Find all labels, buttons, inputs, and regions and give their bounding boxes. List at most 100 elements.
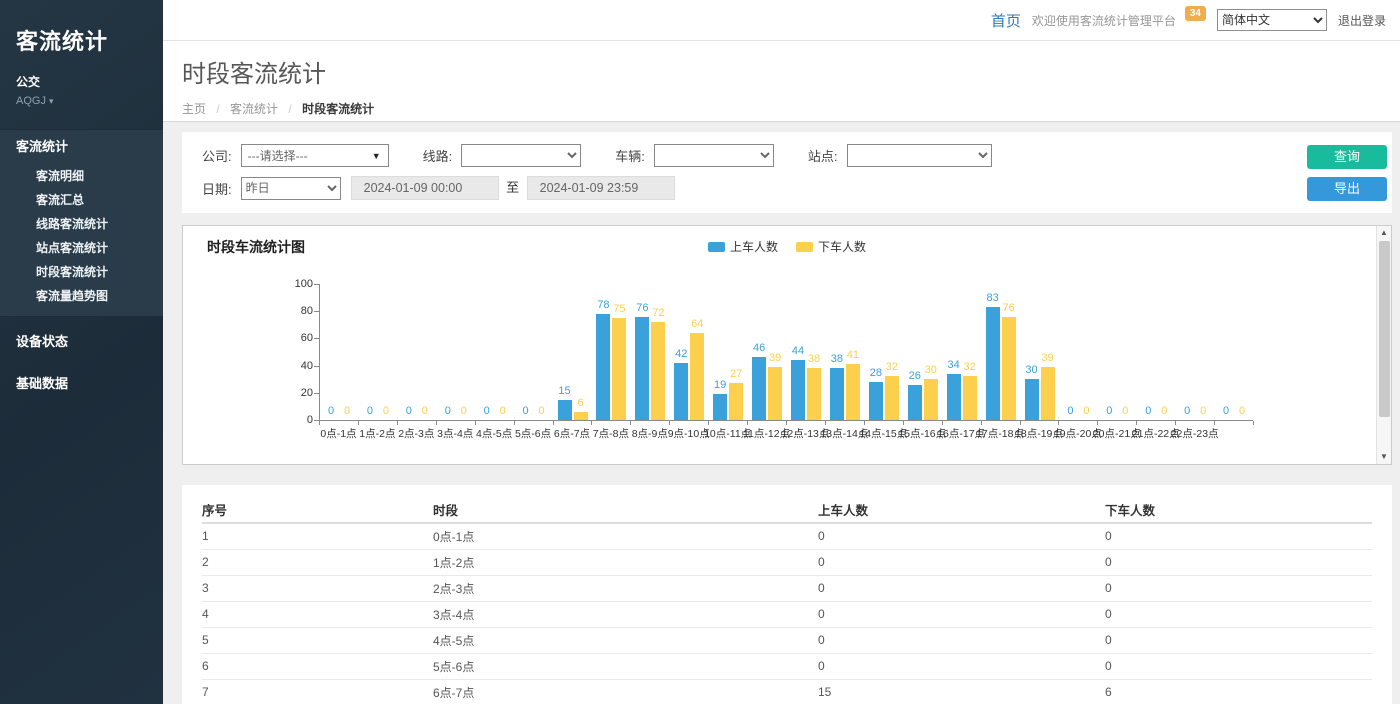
table-cell: 0	[818, 601, 1105, 627]
table-cell: 3点-4点	[433, 601, 818, 627]
bar-alighting	[612, 318, 626, 420]
date-preset-select[interactable]: 昨日	[241, 177, 341, 200]
bar-alighting	[651, 322, 665, 420]
language-select[interactable]: 简体中文	[1217, 9, 1327, 31]
submenu: 客流明细客流汇总线路客流统计站点客流统计时段客流统计客流量趋势图	[0, 164, 163, 308]
table-row: 21点-2点00	[202, 549, 1372, 575]
sidebar-subitem[interactable]: 站点客流统计	[0, 236, 163, 260]
bar-value-label: 39	[1033, 352, 1063, 364]
date-to-input[interactable]	[527, 176, 675, 200]
x-tick-mark	[708, 421, 709, 425]
menu-section-passenger-stats: 客流统计 客流明细客流汇总线路客流统计站点客流统计时段客流统计客流量趋势图	[0, 129, 163, 317]
table-cell: 4点-5点	[433, 627, 818, 653]
vehicle-select[interactable]	[654, 144, 774, 167]
sidebar: 客流统计 公交 AQGJ ▾ 客流统计 客流明细客流汇总线路客流统计站点客流统计…	[0, 0, 163, 704]
y-tick-label: 0	[279, 414, 313, 426]
sidebar-item-passenger-stats[interactable]: 客流统计	[0, 130, 163, 164]
bar-value-label: 15	[550, 385, 580, 397]
y-tick-label: 80	[279, 305, 313, 317]
bar-boarding	[1025, 379, 1039, 420]
topbar: 首页 欢迎使用客流统计管理平台 34 简体中文 退出登录	[163, 0, 1400, 41]
export-button[interactable]: 导出	[1307, 177, 1387, 201]
line-select[interactable]	[461, 144, 581, 167]
bar-alighting	[846, 364, 860, 420]
x-tick-mark	[397, 421, 398, 425]
y-tick-label: 40	[279, 360, 313, 372]
x-tick-mark	[825, 421, 826, 425]
bar-value-label: 76	[994, 302, 1024, 314]
x-tick-mark	[1097, 421, 1098, 425]
home-link[interactable]: 首页	[991, 10, 1021, 31]
query-button[interactable]: 查询	[1307, 145, 1387, 169]
y-tick-label: 20	[279, 387, 313, 399]
page-title: 时段客流统计	[182, 54, 1400, 89]
bar-boarding	[713, 394, 727, 420]
company-select[interactable]: ---请选择---	[241, 144, 389, 167]
table-cell: 0	[818, 575, 1105, 601]
sidebar-subitem[interactable]: 时段客流统计	[0, 260, 163, 284]
chart-scrollbar[interactable]: ▲ ▼	[1376, 226, 1391, 464]
sidebar-subitem[interactable]: 客流汇总	[0, 188, 163, 212]
sidebar-subitem[interactable]: 客流明细	[0, 164, 163, 188]
x-tick-mark	[514, 421, 515, 425]
sidebar-subitem[interactable]: 线路客流统计	[0, 212, 163, 236]
bar-boarding	[635, 317, 649, 420]
chevron-down-icon: ▾	[49, 96, 54, 106]
x-tick-mark	[319, 421, 320, 425]
scroll-down-icon[interactable]: ▼	[1377, 450, 1391, 464]
table-cell: 6点-7点	[433, 679, 818, 704]
legend-swatch-blue	[708, 242, 725, 252]
bar-boarding	[752, 357, 766, 420]
station-select[interactable]	[847, 144, 992, 167]
table-cell: 0	[1105, 523, 1372, 549]
legend-alighting[interactable]: 下车人数	[796, 238, 866, 255]
org-code-dropdown[interactable]: AQGJ ▾	[16, 95, 147, 107]
bar-alighting	[1041, 367, 1055, 420]
sidebar-subitem[interactable]: 客流量趋势图	[0, 284, 163, 308]
col-alighting: 下车人数	[1105, 497, 1372, 523]
table-cell: 1	[202, 523, 433, 549]
table-cell: 6	[1105, 679, 1372, 704]
bar-value-label: 0	[527, 405, 557, 417]
bar-alighting	[885, 376, 899, 420]
table-cell: 0	[818, 523, 1105, 549]
sidebar-item-base-data[interactable]: 基础数据	[0, 367, 163, 401]
table-cell: 0	[818, 549, 1105, 575]
vehicle-label: 车辆:	[615, 146, 645, 165]
legend-swatch-yellow	[796, 242, 813, 252]
x-tick-mark	[1253, 421, 1254, 425]
content-area: 公司: ---请选择--- ▼ 线路: 车辆: 站点: 日期: 昨日	[163, 122, 1400, 704]
x-tick-mark	[1020, 421, 1021, 425]
bar-value-label: 64	[682, 318, 712, 330]
table-row: 65点-6点00	[202, 653, 1372, 679]
scrollbar-thumb[interactable]	[1379, 241, 1390, 417]
x-tick-mark	[864, 421, 865, 425]
logout-link[interactable]: 退出登录	[1338, 12, 1386, 29]
bar-value-label: 0	[1227, 405, 1257, 417]
bar-boarding	[908, 385, 922, 420]
breadcrumb-passenger-stats[interactable]: 客流统计	[230, 102, 278, 116]
stats-table: 序号 时段 上车人数 下车人数 10点-1点0021点-2点0032点-3点00…	[202, 497, 1372, 704]
sidebar-item-device-status[interactable]: 设备状态	[0, 325, 163, 359]
legend-boarding[interactable]: 上车人数	[708, 238, 778, 255]
table-cell: 4	[202, 601, 433, 627]
notification-badge: 34	[1185, 6, 1206, 21]
chart-panel: 时段车流统计图 上车人数 下车人数 020406080100 000000000…	[182, 225, 1392, 465]
bar-boarding	[986, 307, 1000, 420]
scroll-up-icon[interactable]: ▲	[1377, 226, 1391, 240]
bar-value-label: 32	[955, 361, 985, 373]
bar-value-label: 27	[721, 368, 751, 380]
breadcrumb-home[interactable]: 主页	[182, 102, 206, 116]
x-tick-mark	[630, 421, 631, 425]
line-label: 线路:	[423, 146, 453, 165]
table-row: 43点-4点00	[202, 601, 1372, 627]
bar-alighting	[807, 368, 821, 420]
x-tick-mark	[1175, 421, 1176, 425]
table-cell: 0	[818, 653, 1105, 679]
x-tick-mark	[358, 421, 359, 425]
table-cell: 0	[1105, 601, 1372, 627]
date-from-input[interactable]	[351, 176, 499, 200]
bar-value-label: 6	[566, 397, 596, 409]
app-page: 客流统计 公交 AQGJ ▾ 客流统计 客流明细客流汇总线路客流统计站点客流统计…	[0, 0, 1400, 704]
date-to-label: 至	[500, 176, 526, 200]
